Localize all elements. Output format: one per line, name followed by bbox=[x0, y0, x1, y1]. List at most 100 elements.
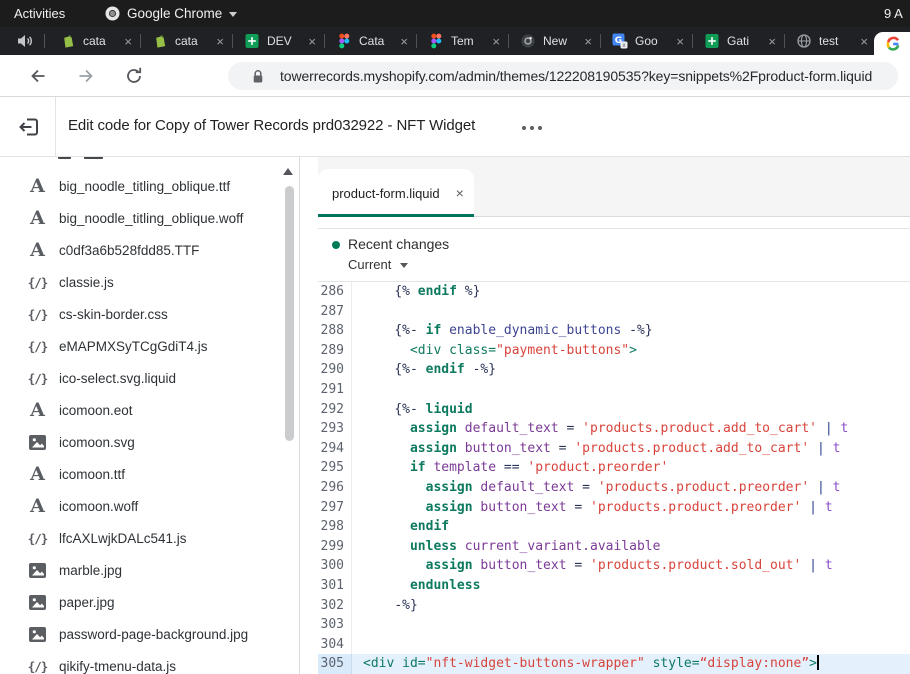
tab-close-icon[interactable]: × bbox=[490, 34, 502, 49]
line-number: 290 bbox=[318, 360, 352, 380]
code-line[interactable]: 288 {%- if enable_dynamic_buttons -%} bbox=[318, 321, 910, 341]
tab-close-icon[interactable]: × bbox=[306, 34, 318, 49]
code-line-content: if template == 'product.preorder' bbox=[352, 458, 668, 478]
browser-tab[interactable]: DEV × bbox=[232, 27, 324, 55]
tab-close-icon[interactable]: × bbox=[674, 34, 686, 49]
font-file-icon: A bbox=[30, 209, 45, 228]
forward-icon[interactable] bbox=[76, 66, 96, 86]
tab-close-icon[interactable]: × bbox=[398, 34, 410, 49]
line-number: 289 bbox=[318, 341, 352, 361]
back-icon[interactable] bbox=[28, 66, 48, 86]
browser-tab[interactable]: New× bbox=[508, 27, 600, 55]
file-item[interactable]: {/}ico-select.svg.liquid bbox=[0, 362, 299, 394]
file-item[interactable]: {/}qikify-tmenu-data.js bbox=[0, 650, 299, 674]
active-tab-underline bbox=[318, 214, 474, 217]
sidebar-scrollbar[interactable] bbox=[285, 186, 294, 441]
svg-text:x: x bbox=[622, 42, 626, 49]
code-line[interactable]: 286 {% endif %} bbox=[318, 282, 910, 302]
more-actions-button[interactable] bbox=[518, 122, 546, 134]
browser-tab[interactable]: cata× bbox=[48, 27, 140, 55]
tab-close-icon[interactable]: × bbox=[582, 34, 594, 49]
page-title: Edit code for Copy of Tower Records prd0… bbox=[68, 117, 475, 134]
file-item[interactable]: Aicomoon.woff bbox=[0, 490, 299, 522]
code-line[interactable]: 301 endunless bbox=[318, 576, 910, 596]
file-name: big_noodle_titling_oblique.woff bbox=[59, 211, 243, 226]
file-item[interactable]: {/}eMAPMXSyTCgGdiT4.js bbox=[0, 330, 299, 362]
lock-icon[interactable] bbox=[252, 69, 264, 89]
font-file-icon: A bbox=[30, 401, 45, 420]
code-line[interactable]: 304 bbox=[318, 635, 910, 655]
browser-tab[interactable]: GxGoo× bbox=[600, 27, 692, 55]
file-item[interactable]: Abig_noodle_titling_oblique.ttf bbox=[0, 170, 299, 202]
activities-button[interactable]: Activities bbox=[0, 0, 79, 27]
ellipsis-dot bbox=[538, 126, 542, 130]
code-line[interactable]: 293 assign default_text = 'products.prod… bbox=[318, 419, 910, 439]
code-line[interactable]: 297 assign button_text = 'products.produ… bbox=[318, 498, 910, 518]
editor-file-tab[interactable]: product-form.liquid × bbox=[318, 169, 474, 217]
tab-close-icon[interactable]: × bbox=[214, 34, 226, 49]
file-name: eMAPMXSyTCgGdiT4.js bbox=[59, 339, 208, 354]
line-number: 305 bbox=[318, 654, 352, 674]
reload-icon[interactable] bbox=[124, 66, 144, 86]
scrollbar-up-arrow[interactable] bbox=[283, 168, 293, 175]
file-item[interactable]: Aicomoon.eot bbox=[0, 394, 299, 426]
code-line[interactable]: 303 bbox=[318, 615, 910, 635]
file-item[interactable]: marble.jpg bbox=[0, 554, 299, 586]
file-name: password-page-background.jpg bbox=[59, 627, 248, 642]
file-item[interactable]: {/}classie.js bbox=[0, 266, 299, 298]
code-file-icon: {/} bbox=[28, 659, 48, 674]
file-item[interactable]: {/}lfcAXLwjkDALc541.js bbox=[0, 522, 299, 554]
line-number: 292 bbox=[318, 400, 352, 420]
app-menu[interactable]: Google Chrome bbox=[104, 0, 237, 27]
font-file-icon: A bbox=[30, 497, 45, 516]
tab-close-icon[interactable]: × bbox=[858, 34, 870, 49]
tab-close-icon[interactable]: × bbox=[122, 34, 134, 49]
tab-strip-divider bbox=[44, 34, 45, 48]
text-cursor bbox=[817, 655, 819, 670]
browser-tab-label: test bbox=[819, 34, 851, 48]
code-text-area[interactable]: 286 {% endif %}287288 {%- if enable_dyna… bbox=[318, 282, 910, 674]
browser-tab[interactable]: Tem× bbox=[416, 27, 508, 55]
file-item[interactable]: Ac0df3a6b528fdd85.TTF bbox=[0, 234, 299, 266]
ellipsis-dot bbox=[522, 126, 526, 130]
tab-close-icon[interactable]: × bbox=[766, 34, 778, 49]
browser-tab-label: DEV bbox=[267, 34, 299, 48]
browser-tab[interactable]: test × bbox=[784, 27, 874, 55]
google-icon bbox=[885, 36, 901, 52]
exit-code-editor-icon[interactable] bbox=[16, 114, 42, 140]
header-divider bbox=[55, 97, 56, 156]
file-item[interactable]: Aicomoon.ttf bbox=[0, 458, 299, 490]
file-item[interactable]: password-page-background.jpg bbox=[0, 618, 299, 650]
image-file-icon bbox=[29, 435, 46, 450]
code-line[interactable]: 296 assign default_text = 'products.prod… bbox=[318, 478, 910, 498]
browser-tab[interactable]: cata× bbox=[140, 27, 232, 55]
code-line[interactable]: 289 <div class="payment-buttons"> bbox=[318, 341, 910, 361]
file-item[interactable]: paper.jpg bbox=[0, 586, 299, 618]
line-number: 288 bbox=[318, 321, 352, 341]
file-item[interactable]: icomoon.svg bbox=[0, 426, 299, 458]
close-icon[interactable]: × bbox=[456, 186, 464, 200]
version-dropdown[interactable]: Current bbox=[348, 257, 408, 272]
code-line[interactable]: 294 assign button_text = 'products.produ… bbox=[318, 439, 910, 459]
line-number: 293 bbox=[318, 419, 352, 439]
line-number: 303 bbox=[318, 615, 352, 635]
code-line[interactable]: 295 if template == 'product.preorder' bbox=[318, 458, 910, 478]
code-line[interactable]: 302 -%} bbox=[318, 596, 910, 616]
file-item[interactable]: {/}cs-skin-border.css bbox=[0, 298, 299, 330]
browser-tab[interactable]: Cata× bbox=[324, 27, 416, 55]
clock[interactable]: 9 A bbox=[884, 0, 910, 27]
code-line[interactable]: 292 {%- liquid bbox=[318, 400, 910, 420]
code-line[interactable]: 305<div id="nft-widget-buttons-wrapper" … bbox=[318, 654, 910, 674]
code-line[interactable]: 290 {%- endif -%} bbox=[318, 360, 910, 380]
file-item[interactable]: Abig_noodle_titling_oblique.woff bbox=[0, 202, 299, 234]
code-line[interactable]: 298 endif bbox=[318, 517, 910, 537]
code-line[interactable]: 287 bbox=[318, 302, 910, 322]
browser-tab[interactable]: Gati× bbox=[692, 27, 784, 55]
code-line[interactable]: 300 assign button_text = 'products.produ… bbox=[318, 556, 910, 576]
code-line[interactable]: 299 unless current_variant.available bbox=[318, 537, 910, 557]
file-name: cs-skin-border.css bbox=[59, 307, 168, 322]
code-line[interactable]: 291 bbox=[318, 380, 910, 400]
url-text[interactable]: towerrecords.myshopify.com/admin/themes/… bbox=[280, 68, 906, 84]
browser-tab-active[interactable] bbox=[874, 32, 910, 55]
code-line-content: assign button_text = 'products.product.s… bbox=[352, 556, 833, 576]
